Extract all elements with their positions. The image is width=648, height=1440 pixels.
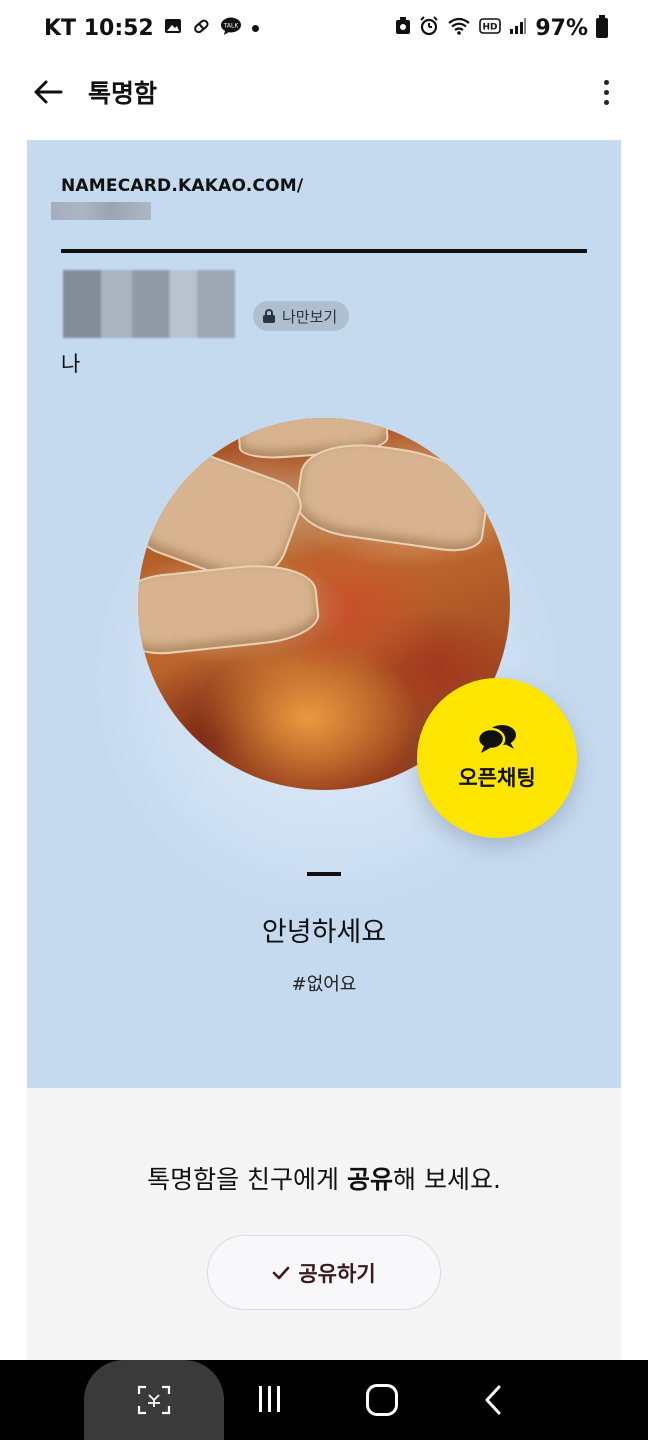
back-button[interactable]: [30, 74, 66, 110]
hd-icon: HD: [479, 17, 502, 39]
open-chat-button[interactable]: 오픈채팅: [417, 678, 577, 838]
name-card: NAMECARD.KAKAO.COM/ 나만보기 나 오픈채팅 안녕하세요 #없…: [27, 140, 621, 1088]
svg-text:TALK: TALK: [222, 22, 239, 29]
kakaotalk-icon: TALK: [220, 17, 242, 40]
recent-apps-icon-line: [267, 1386, 271, 1412]
hashtag: #없어요: [291, 974, 357, 995]
recent-apps-icon-line: [276, 1386, 280, 1412]
share-section: 톡명함을 친구에게 공유해 보세요. 공유하기: [27, 1088, 621, 1360]
signal-icon: [509, 17, 527, 40]
wifi-icon: [447, 17, 471, 40]
photo-detail: [292, 435, 494, 556]
card-url: NAMECARD.KAKAO.COM/: [61, 176, 304, 196]
app-bar: 톡명함: [0, 56, 648, 128]
battery-percent: 97%: [535, 15, 588, 41]
card-divider: [61, 249, 587, 253]
me-label: 나: [61, 352, 81, 376]
share-button-label: 공유하기: [298, 1261, 376, 1286]
lock-icon: [263, 309, 275, 323]
chat-bubbles-icon: [476, 725, 516, 753]
status-right: HD 97%: [395, 15, 608, 41]
system-nav-bar: [0, 1360, 648, 1440]
nav-back-button[interactable]: [478, 1384, 510, 1416]
more-options-button[interactable]: [588, 74, 624, 110]
redacted-name: [63, 270, 235, 338]
screen-capture-icon: [137, 1385, 171, 1415]
recent-apps-button[interactable]: [254, 1386, 284, 1414]
status-message: 안녕하세요: [261, 917, 387, 948]
arrow-left-icon: [34, 80, 63, 104]
pill-icon: [192, 17, 210, 40]
recent-apps-icon: [258, 1386, 262, 1412]
share-prompt: 톡명함을 친구에게 공유해 보세요.: [27, 1160, 621, 1196]
screen-capture-button[interactable]: [84, 1360, 224, 1440]
more-vertical-icon-dot: [603, 89, 609, 95]
card-dash: [307, 872, 341, 876]
home-button[interactable]: [366, 1384, 398, 1416]
page-title: 톡명함: [88, 79, 158, 108]
gallery-icon: [164, 17, 182, 40]
share-button[interactable]: 공유하기: [207, 1235, 441, 1310]
redacted-url-id: [51, 202, 151, 220]
battery-icon: [596, 15, 608, 38]
notification-dot-icon: [251, 24, 259, 32]
status-bar: KT 10:52 TALK HD 97%: [0, 0, 648, 56]
alarm-icon: [419, 15, 439, 41]
open-chat-label: 오픈채팅: [458, 766, 536, 790]
photo-detail: [138, 558, 322, 658]
carrier-time: KT 10:52: [44, 15, 154, 41]
check-icon: [273, 1266, 290, 1279]
more-vertical-icon-dot: [603, 99, 609, 105]
private-badge-label: 나만보기: [282, 307, 338, 326]
more-vertical-icon: [603, 79, 609, 85]
private-badge: 나만보기: [253, 301, 350, 331]
share-prompt-before: 톡명함을 친구에게: [147, 1165, 347, 1194]
recycle-icon: [395, 16, 411, 40]
status-left: KT 10:52 TALK: [44, 16, 259, 41]
share-prompt-bold: 공유: [346, 1165, 393, 1194]
svg-text:HD: HD: [483, 22, 498, 32]
share-prompt-after: 해 보세요.: [393, 1165, 501, 1194]
back-icon: [485, 1385, 501, 1415]
